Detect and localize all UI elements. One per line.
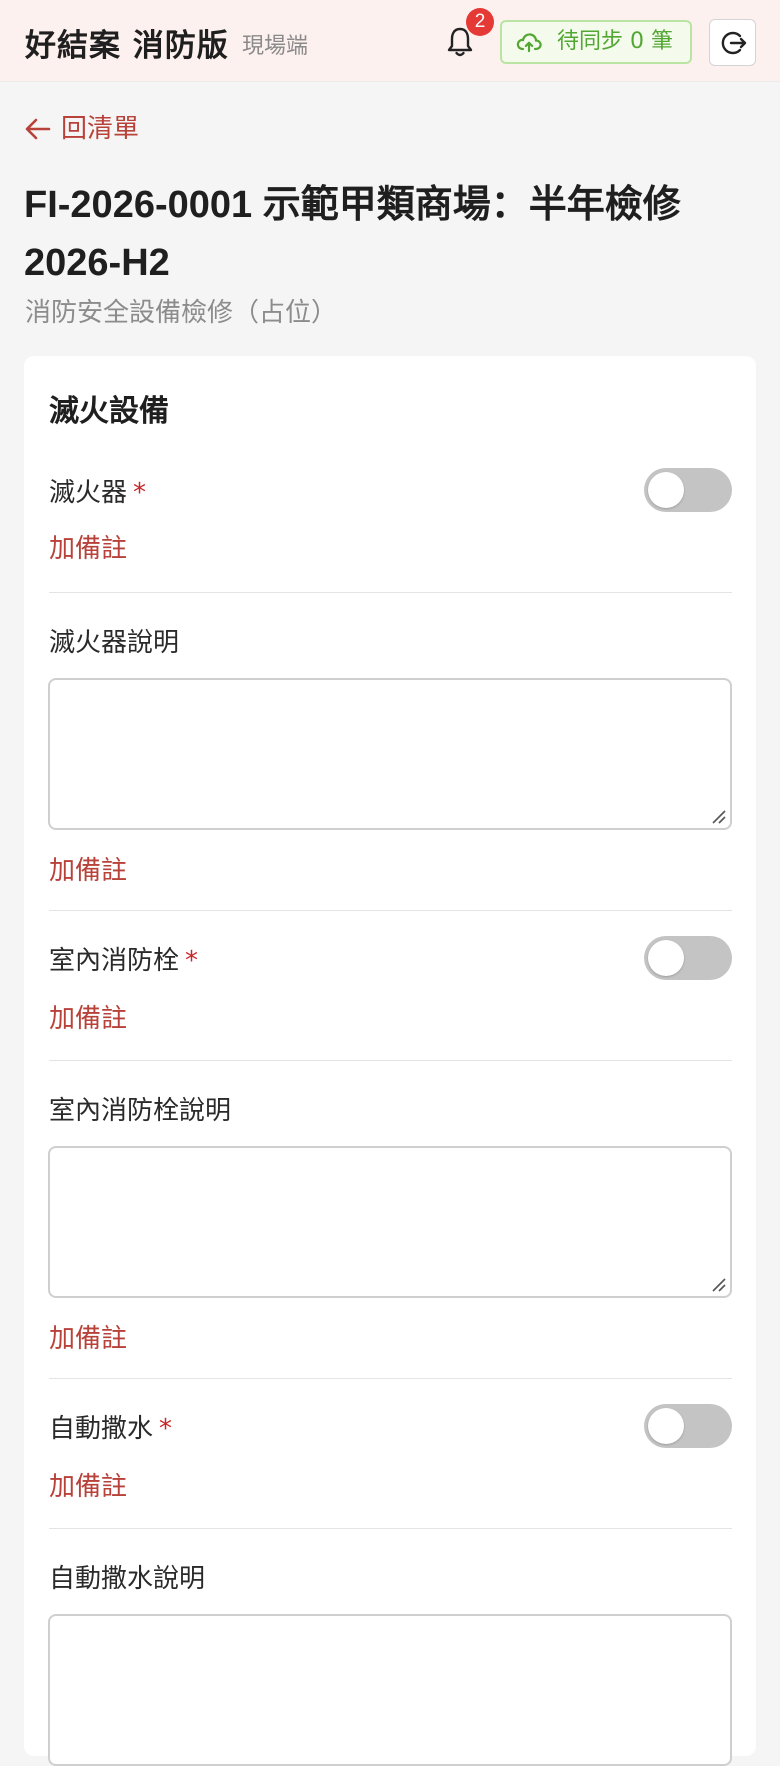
divider: [49, 592, 732, 593]
page-title: FI-2026-0001 示範甲類商場：半年檢修 2026-H2: [24, 184, 681, 284]
field-label-fire-extinguisher: 滅火器 *: [49, 478, 147, 508]
sync-status-label: 待同步 0 筆: [557, 29, 673, 54]
top-bar: 好結案 消防版 現場端 2 待同步 0 筆: [0, 0, 780, 82]
arrow-left-icon: [25, 118, 51, 140]
indoor-hydrant-desc-textarea[interactable]: [48, 1146, 732, 1298]
divider: [49, 910, 732, 911]
resize-grip-icon[interactable]: [710, 1276, 726, 1292]
field-label-indoor-hydrant: 室內消防栓 *: [49, 946, 199, 976]
back-link-label: 回清單: [61, 114, 140, 144]
indoor-hydrant-toggle[interactable]: [644, 936, 732, 980]
section-title: 滅火設備: [49, 394, 169, 429]
resize-grip-icon[interactable]: [710, 808, 726, 824]
logout-icon: [721, 31, 747, 55]
notification-badge: 2: [466, 8, 494, 36]
inspection-section-card: 滅火設備 滅火器 * 加備註 滅火器說明 加備註 室內消防栓 * 加備註 室內消防栓…: [24, 356, 756, 1766]
required-mark: *: [133, 478, 147, 508]
add-note-link-indoor-hydrant[interactable]: 加備註: [49, 998, 127, 1035]
field-label-indoor-hydrant-desc: 室內消防栓說明: [49, 1096, 232, 1126]
toggle-knob: [648, 472, 684, 508]
sprinkler-toggle[interactable]: [644, 1404, 732, 1448]
field-label-fire-extinguisher-desc: 滅火器說明: [49, 628, 180, 658]
field-label-sprinkler-desc: 自動撒水說明: [49, 1564, 206, 1594]
toggle-knob: [648, 1408, 684, 1444]
add-note-link-fire-extinguisher[interactable]: 加備註: [49, 528, 127, 565]
divider: [49, 1060, 732, 1061]
app-brand: 好結案 消防版: [25, 28, 229, 64]
field-label-sprinkler: 自動撒水 *: [49, 1414, 173, 1444]
sprinkler-desc-textarea[interactable]: [48, 1614, 732, 1766]
cloud-sync-icon: [516, 33, 542, 53]
add-note-link-indoor-hydrant-desc[interactable]: 加備註: [49, 1318, 127, 1355]
toggle-knob: [648, 940, 684, 976]
add-note-link-sprinkler[interactable]: 加備註: [49, 1466, 127, 1503]
logout-button[interactable]: [709, 19, 756, 66]
sync-status-button[interactable]: 待同步 0 筆: [500, 20, 692, 64]
fire-extinguisher-desc-textarea[interactable]: [48, 678, 732, 830]
required-mark: *: [159, 1414, 173, 1444]
divider: [49, 1378, 732, 1379]
divider: [49, 1528, 732, 1529]
app-mode-label: 現場端: [242, 34, 309, 59]
required-mark: *: [185, 946, 199, 976]
add-note-link-fire-extinguisher-desc[interactable]: 加備註: [49, 850, 127, 887]
fire-extinguisher-toggle[interactable]: [644, 468, 732, 512]
page-subtitle: 消防安全設備檢修（占位）: [25, 298, 338, 328]
